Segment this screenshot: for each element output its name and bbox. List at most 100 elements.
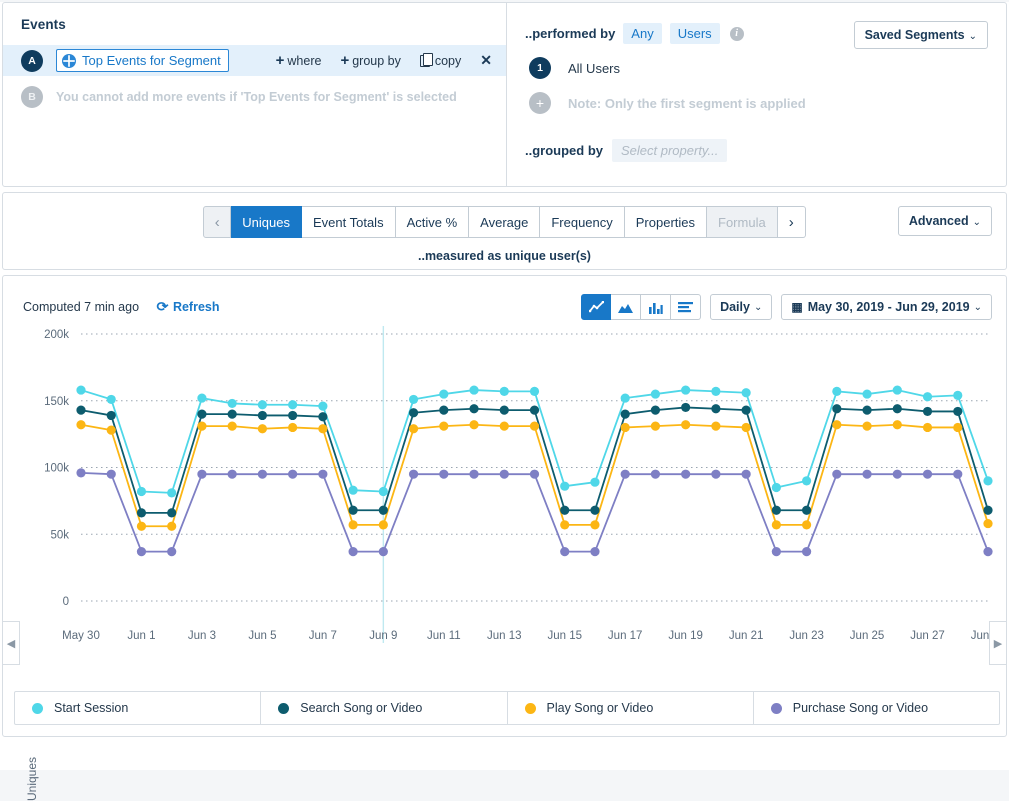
- tab-formula[interactable]: Formula: [707, 206, 778, 238]
- data-point[interactable]: [651, 389, 660, 398]
- data-point[interactable]: [318, 412, 327, 421]
- data-point[interactable]: [288, 423, 297, 432]
- data-point[interactable]: [107, 426, 116, 435]
- data-point[interactable]: [137, 522, 146, 531]
- data-point[interactable]: [802, 547, 811, 556]
- data-point[interactable]: [681, 403, 690, 412]
- data-point[interactable]: [318, 424, 327, 433]
- data-point[interactable]: [742, 470, 751, 479]
- data-point[interactable]: [590, 520, 599, 529]
- tab-properties[interactable]: Properties: [625, 206, 707, 238]
- legend-item-play-song-or-video[interactable]: Play Song or Video: [508, 692, 754, 724]
- data-point[interactable]: [711, 422, 720, 431]
- data-point[interactable]: [590, 547, 599, 556]
- data-point[interactable]: [288, 411, 297, 420]
- data-point[interactable]: [379, 520, 388, 529]
- data-point[interactable]: [228, 399, 237, 408]
- plot-area[interactable]: 050k100k150k200kMay 30Jun 1Jun 3Jun 5Jun…: [3, 320, 1008, 660]
- legend-item-search-song-or-video[interactable]: Search Song or Video: [261, 692, 507, 724]
- data-point[interactable]: [832, 420, 841, 429]
- data-point[interactable]: [167, 547, 176, 556]
- data-point[interactable]: [651, 422, 660, 431]
- data-point[interactable]: [893, 404, 902, 413]
- data-point[interactable]: [439, 422, 448, 431]
- refresh-button[interactable]: ⟳ Refresh: [157, 299, 219, 315]
- data-point[interactable]: [862, 405, 871, 414]
- data-point[interactable]: [802, 506, 811, 515]
- data-point[interactable]: [983, 547, 992, 556]
- data-point[interactable]: [742, 388, 751, 397]
- data-point[interactable]: [288, 400, 297, 409]
- data-point[interactable]: [409, 408, 418, 417]
- data-point[interactable]: [76, 420, 85, 429]
- data-point[interactable]: [167, 508, 176, 517]
- data-point[interactable]: [409, 424, 418, 433]
- data-point[interactable]: [439, 470, 448, 479]
- data-point[interactable]: [530, 405, 539, 414]
- horizontal-bar-chart-icon[interactable]: [671, 294, 701, 320]
- data-point[interactable]: [137, 487, 146, 496]
- add-group-by-button[interactable]: + group by: [340, 52, 400, 69]
- data-point[interactable]: [228, 470, 237, 479]
- data-point[interactable]: [318, 470, 327, 479]
- data-point[interactable]: [349, 547, 358, 556]
- data-point[interactable]: [228, 422, 237, 431]
- data-point[interactable]: [469, 385, 478, 394]
- data-point[interactable]: [107, 470, 116, 479]
- group-by-property-input[interactable]: Select property...: [612, 139, 727, 162]
- data-point[interactable]: [107, 411, 116, 420]
- data-point[interactable]: [258, 411, 267, 420]
- data-point[interactable]: [349, 506, 358, 515]
- bar-chart-icon[interactable]: [641, 294, 671, 320]
- chart-prev-page-button[interactable]: ◀: [3, 621, 20, 665]
- data-point[interactable]: [832, 404, 841, 413]
- area-chart-icon[interactable]: [611, 294, 641, 320]
- data-point[interactable]: [560, 547, 569, 556]
- data-point[interactable]: [923, 470, 932, 479]
- date-range-selector[interactable]: ▦ May 30, 2019 - Jun 29, 2019⌄: [781, 294, 992, 320]
- data-point[interactable]: [560, 482, 569, 491]
- data-point[interactable]: [772, 547, 781, 556]
- data-point[interactable]: [469, 420, 478, 429]
- data-point[interactable]: [621, 410, 630, 419]
- data-point[interactable]: [862, 422, 871, 431]
- data-point[interactable]: [953, 423, 962, 432]
- data-point[interactable]: [288, 470, 297, 479]
- data-point[interactable]: [530, 387, 539, 396]
- data-point[interactable]: [923, 392, 932, 401]
- add-where-button[interactable]: + where: [276, 52, 322, 69]
- data-point[interactable]: [953, 407, 962, 416]
- data-point[interactable]: [681, 385, 690, 394]
- data-point[interactable]: [76, 405, 85, 414]
- data-point[interactable]: [228, 410, 237, 419]
- tab-event-totals[interactable]: Event Totals: [302, 206, 396, 238]
- data-point[interactable]: [379, 506, 388, 515]
- data-point[interactable]: [590, 478, 599, 487]
- data-point[interactable]: [500, 387, 509, 396]
- tabs-prev-button[interactable]: ‹: [203, 206, 231, 238]
- data-point[interactable]: [893, 385, 902, 394]
- data-point[interactable]: [621, 470, 630, 479]
- data-point[interactable]: [197, 393, 206, 402]
- data-point[interactable]: [651, 405, 660, 414]
- data-point[interactable]: [197, 470, 206, 479]
- performed-by-any-pill[interactable]: Any: [623, 23, 661, 44]
- tabs-next-button[interactable]: ›: [778, 206, 806, 238]
- data-point[interactable]: [832, 387, 841, 396]
- data-point[interactable]: [681, 420, 690, 429]
- data-point[interactable]: [258, 424, 267, 433]
- data-point[interactable]: [439, 389, 448, 398]
- data-point[interactable]: [530, 470, 539, 479]
- info-icon[interactable]: i: [730, 27, 744, 41]
- line-chart-svg[interactable]: 050k100k150k200kMay 30Jun 1Jun 3Jun 5Jun…: [3, 320, 1008, 660]
- data-point[interactable]: [651, 470, 660, 479]
- performed-by-users-pill[interactable]: Users: [670, 23, 720, 44]
- data-point[interactable]: [258, 470, 267, 479]
- advanced-button[interactable]: Advanced⌄: [898, 206, 992, 236]
- data-point[interactable]: [137, 547, 146, 556]
- copy-event-button[interactable]: copy: [420, 54, 461, 68]
- data-point[interactable]: [923, 407, 932, 416]
- data-point[interactable]: [107, 395, 116, 404]
- data-point[interactable]: [258, 400, 267, 409]
- data-point[interactable]: [469, 404, 478, 413]
